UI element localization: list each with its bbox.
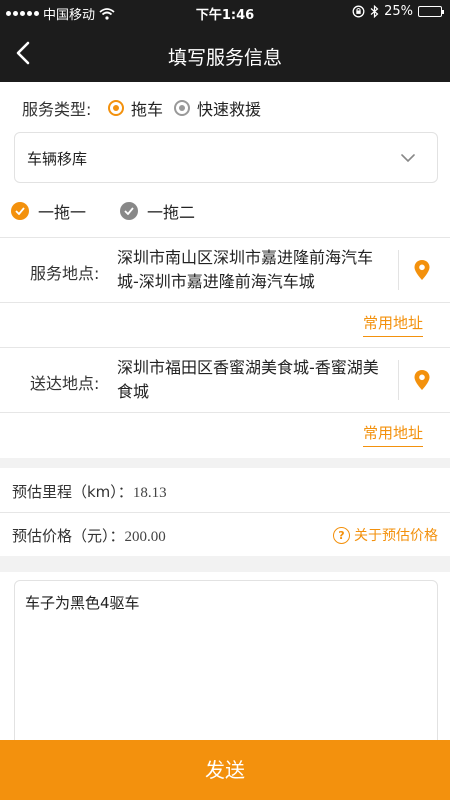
delivery-location-address[interactable]: 深圳市福田区香蜜湖美食城-香蜜湖美食城 (117, 356, 387, 404)
note-text: 车子为黑色4驱车 (25, 594, 140, 612)
tow-two-label: 一拖二 (147, 203, 196, 222)
about-price-link[interactable]: ? 关于预估价格 (333, 525, 438, 545)
radio-tow-label: 拖车 (131, 100, 164, 119)
common-address-link[interactable]: 常用地址 (362, 312, 423, 337)
divider (0, 512, 450, 513)
service-location-address[interactable]: 深圳市南山区深圳市嘉进隆前海汽车城-深圳市嘉进隆前海汽车城 (117, 246, 387, 294)
radio-tow[interactable]: 拖车 (108, 96, 163, 120)
divider (398, 360, 399, 400)
location-pin-icon[interactable] (414, 260, 430, 280)
mileage-value: 18.13 (132, 485, 167, 501)
location-pin-icon[interactable] (414, 370, 430, 390)
divider (0, 302, 450, 303)
tow-mode-row: 一拖一 一拖二 (0, 188, 450, 232)
chevron-down-icon (401, 154, 415, 163)
section-gap (0, 556, 450, 572)
bluetooth-icon (370, 5, 379, 18)
tow-one-label: 一拖一 (38, 203, 87, 222)
common-address-link[interactable]: 常用地址 (362, 422, 423, 447)
question-icon: ? (333, 526, 350, 544)
service-location-label: 服务地点: (30, 264, 100, 283)
page-title: 填写服务信息 (167, 47, 282, 69)
delivery-location-row: 送达地点: 深圳市福田区香蜜湖美食城-香蜜湖美食城 (0, 348, 450, 412)
price-value: 200.00 (124, 529, 166, 545)
battery-icon (418, 6, 444, 17)
rotation-lock-icon (352, 5, 365, 18)
service-location-row: 服务地点: 深圳市南山区深圳市嘉进隆前海汽车城-深圳市嘉进隆前海汽车城 (0, 238, 450, 302)
checkmark-unselected-icon (120, 202, 138, 220)
delivery-location-label: 送达地点: (30, 374, 100, 393)
checkmark-selected-icon (11, 202, 29, 220)
section-gap (0, 458, 450, 468)
service-type-label: 服务类型: (22, 100, 92, 119)
nav-bar: 填写服务信息 (0, 24, 450, 82)
divider (398, 250, 399, 290)
note-textarea[interactable]: 车子为黑色4驱车 (14, 580, 438, 750)
vehicle-select[interactable]: 车辆移库 (14, 132, 438, 183)
tow-two-option[interactable]: 一拖二 (120, 199, 195, 223)
estimated-price: 预估价格（元）：200.00 (12, 525, 166, 546)
status-right: 25% (352, 4, 444, 19)
price-label: 预估价格（元）： (12, 527, 125, 545)
service-type-row: 服务类型: 拖车 快速救援 (0, 82, 450, 130)
send-button[interactable]: 发送 (0, 740, 450, 800)
vehicle-select-value: 车辆移库 (27, 150, 88, 168)
radio-quick-rescue[interactable]: 快速救援 (174, 96, 261, 120)
mileage-label: 预估里程（km）： (12, 483, 133, 501)
estimated-mileage: 预估里程（km）：18.13 (12, 481, 167, 502)
tow-one-option[interactable]: 一拖一 (11, 199, 86, 223)
radio-quick-rescue-label: 快速救援 (197, 100, 262, 119)
divider (0, 412, 450, 413)
about-price-label: 关于预估价格 (354, 528, 438, 544)
status-bar: 中国移动 下午1:46 25% (0, 0, 450, 24)
battery-percent: 25% (384, 4, 413, 19)
radio-unselected-icon (174, 100, 190, 116)
radio-selected-icon (108, 100, 124, 116)
